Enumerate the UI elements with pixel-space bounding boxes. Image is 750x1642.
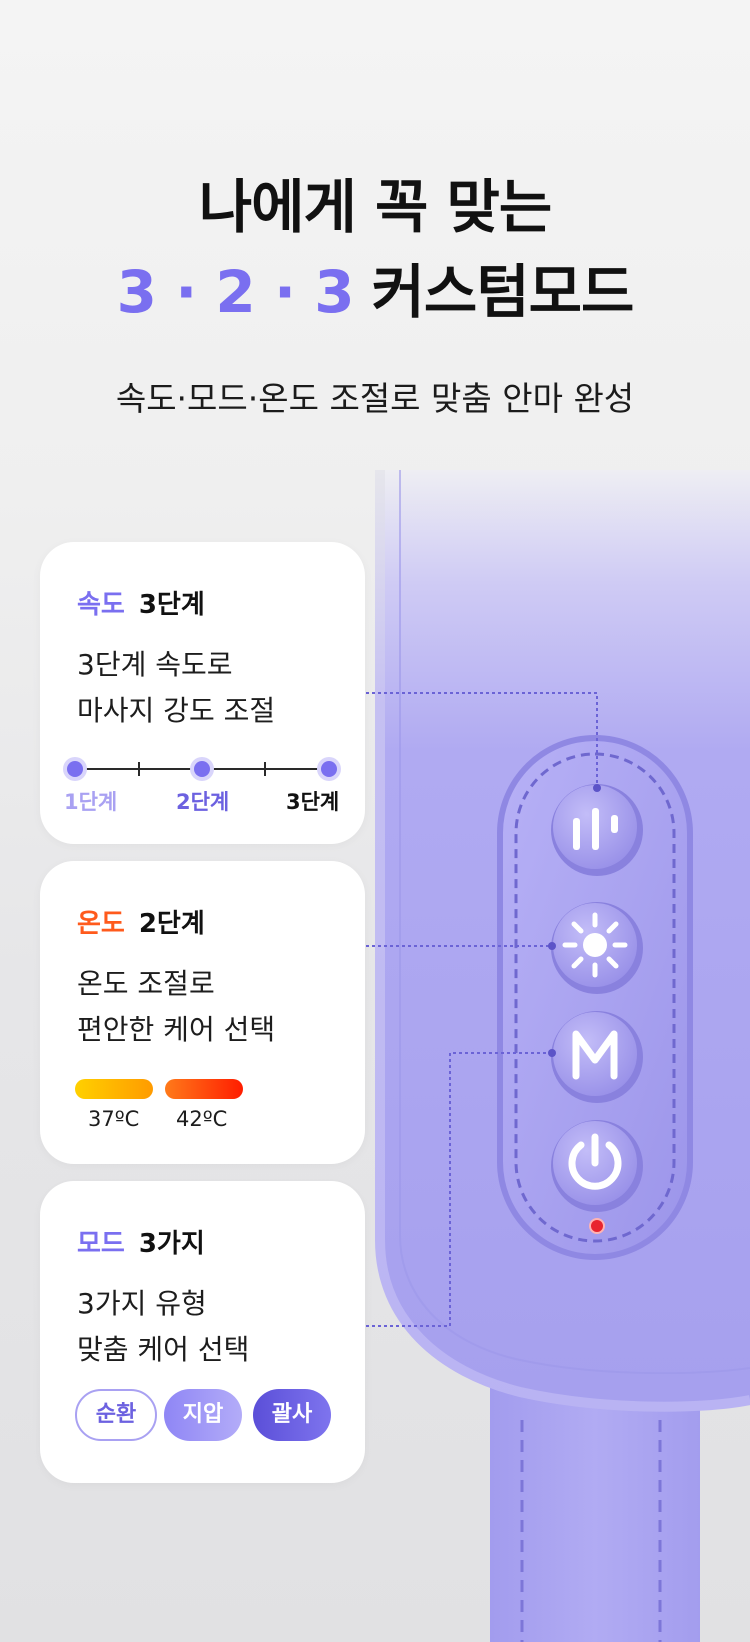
speed-level-dot	[67, 761, 83, 777]
speed-desc-line1: 3단계 속도로	[77, 648, 233, 681]
speed-card-title: 속도 3단계	[77, 584, 205, 621]
temp-label-low: 37ºC	[88, 1107, 140, 1131]
speed-button-icon	[551, 784, 643, 876]
mode-m-button-icon	[551, 1011, 643, 1103]
temperature-desc-line1: 온도 조절로	[77, 967, 215, 1000]
temperature-desc-line2: 편안한 케어 선택	[77, 1013, 276, 1046]
temperature-card-title: 온도 2단계	[77, 903, 205, 940]
temperature-description: 온도 조절로 편안한 케어 선택	[77, 961, 347, 1053]
speed-tick	[138, 762, 140, 776]
headline-line1: 나에게 꼭 맞는	[198, 173, 553, 241]
power-button-icon	[551, 1120, 643, 1212]
speed-level-label: 2단계	[176, 790, 230, 814]
speed-description: 3단계 속도로 마사지 강도 조절	[77, 642, 347, 734]
mode-card-title: 모드 3가지	[77, 1223, 205, 1260]
subtitle: 속도·모드·온도 조절로 맞춤 안마 완성	[115, 379, 635, 418]
mode-category: 모드	[77, 1229, 125, 1259]
temp-bar-high	[165, 1079, 243, 1099]
mode-pill-circulation: 순환	[75, 1389, 157, 1441]
temperature-card: 온도 2단계 온도 조절로 편안한 케어 선택 37ºC 42ºC	[40, 861, 365, 1164]
temperature-value: 2단계	[138, 909, 205, 939]
speed-value: 3단계	[138, 590, 205, 620]
headline-line2: 3 · 2 · 3 커스텀모드	[0, 245, 750, 329]
mode-pill-acupressure: 지압	[164, 1389, 242, 1441]
mode-card: 모드 3가지 3가지 유형 맞춤 케어 선택 순환 지압 괄사	[40, 1181, 365, 1483]
mode-desc-line2: 맞춤 케어 선택	[77, 1333, 250, 1366]
mode-value: 3가지	[138, 1229, 205, 1259]
headline-accent: 3 · 2 · 3	[116, 258, 355, 326]
speed-tick	[264, 762, 266, 776]
sun-button-icon	[551, 902, 643, 994]
speed-level-dot	[194, 761, 210, 777]
temperature-category: 온도	[77, 909, 125, 939]
speed-desc-line2: 마사지 강도 조절	[77, 694, 276, 727]
speed-level-dot	[321, 761, 337, 777]
speed-category: 속도	[77, 590, 125, 620]
headline-rest: 커스텀모드	[371, 258, 635, 326]
temp-bar-low	[75, 1079, 153, 1099]
mode-pill-gua-sha: 괄사	[253, 1389, 331, 1441]
mode-description: 3가지 유형 맞춤 케어 선택	[77, 1281, 347, 1373]
speed-level-label: 1단계	[64, 790, 118, 814]
temp-label-high: 42ºC	[176, 1107, 228, 1131]
speed-level-label: 3단계	[286, 790, 340, 814]
speed-card: 속도 3단계 3단계 속도로 마사지 강도 조절 1단계 2단계 3단계	[40, 542, 365, 844]
mode-desc-line1: 3가지 유형	[77, 1287, 207, 1320]
